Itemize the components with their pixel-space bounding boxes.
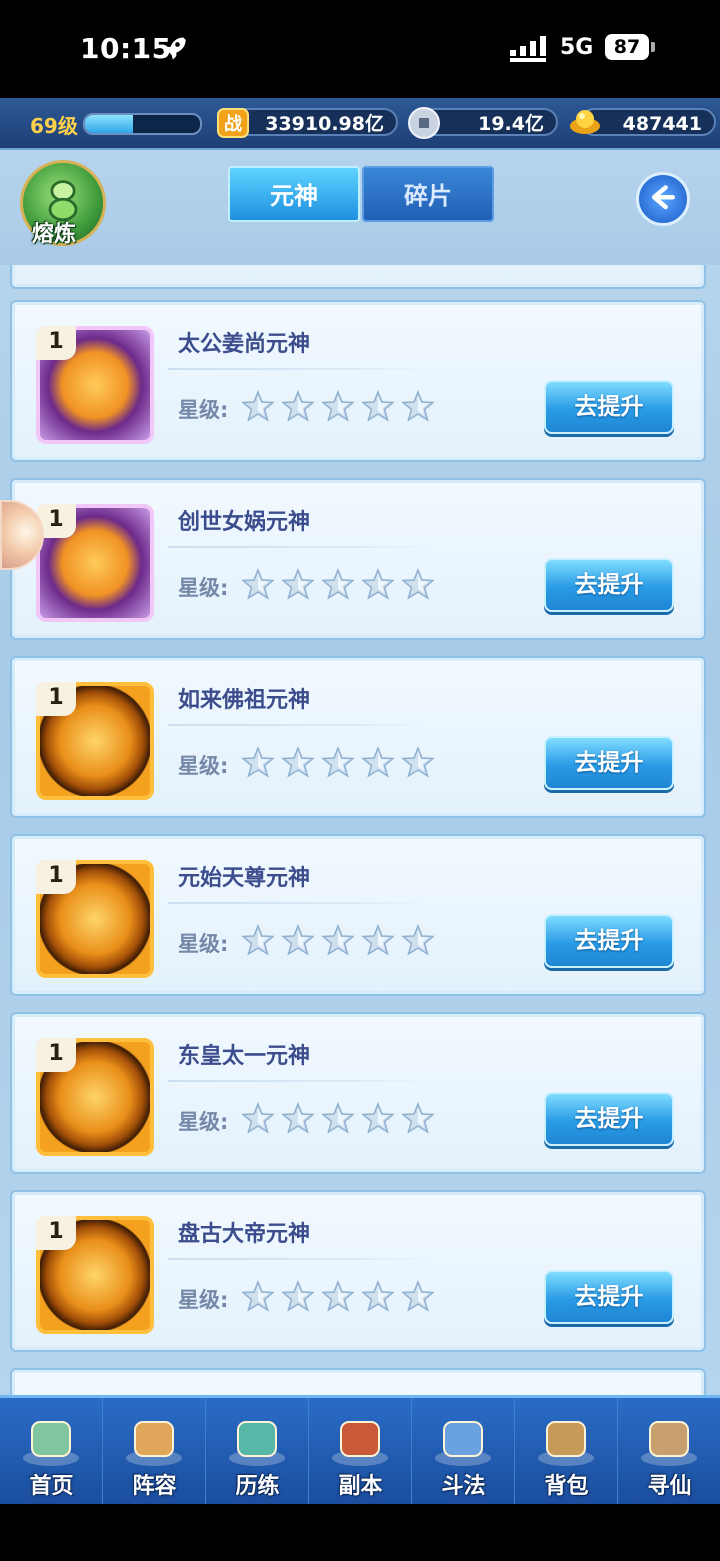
star-rating-label: 星级: bbox=[178, 576, 229, 600]
signal-icon bbox=[510, 36, 546, 62]
status-time: 10:15 bbox=[80, 32, 172, 65]
nav-label: 首页 bbox=[29, 1474, 74, 1499]
nav-item-0[interactable]: 首页 bbox=[0, 1398, 103, 1504]
system-nav-area bbox=[0, 1504, 720, 1561]
melt-label: 熔炼 bbox=[32, 222, 77, 247]
nav-label: 背包 bbox=[544, 1474, 589, 1499]
nav-item-4[interactable]: 斗法 bbox=[412, 1398, 515, 1504]
level-badge: 1 bbox=[36, 326, 76, 360]
list-item: 1 如来佛祖元神 星级: 去提升 bbox=[10, 656, 706, 818]
divider bbox=[168, 724, 430, 726]
combat-power: 33910.98亿 bbox=[230, 108, 398, 136]
star-rating bbox=[242, 390, 442, 422]
yuanshen-name: 东皇太一元神 bbox=[178, 1044, 311, 1069]
list-item-partial-top bbox=[10, 265, 706, 289]
top-nav bbox=[0, 150, 720, 265]
upgrade-button[interactable]: 去提升 bbox=[544, 1092, 674, 1146]
home-icon bbox=[23, 1421, 79, 1466]
nav-item-5[interactable]: 背包 bbox=[515, 1398, 618, 1504]
divider bbox=[168, 368, 430, 370]
star-rating bbox=[242, 746, 442, 778]
yuanshen-name: 创世女娲元神 bbox=[178, 510, 311, 535]
nav-label: 历练 bbox=[235, 1474, 280, 1499]
network-type: 5G bbox=[560, 35, 594, 60]
yuanshen-name: 盘古大帝元神 bbox=[178, 1222, 311, 1247]
resource-bar: 69级 33910.98亿 战 19.4亿 487441 bbox=[0, 98, 720, 150]
seek-immortal-icon bbox=[641, 1421, 697, 1466]
nav-item-6[interactable]: 寻仙 bbox=[618, 1398, 720, 1504]
list-item: 1 太公姜尚元神 星级: 去提升 bbox=[10, 300, 706, 462]
level-badge: 1 bbox=[36, 1216, 76, 1250]
divider bbox=[168, 1258, 430, 1260]
divider bbox=[168, 1080, 430, 1082]
upgrade-button[interactable]: 去提升 bbox=[544, 558, 674, 612]
nav-label: 副本 bbox=[338, 1474, 383, 1499]
bottom-nav: 首页 阵容 历练 副本 斗法 背包 寻仙 bbox=[0, 1395, 720, 1504]
star-rating-label: 星级: bbox=[178, 754, 229, 778]
bag-icon bbox=[538, 1421, 594, 1466]
gold-ingot-icon bbox=[570, 110, 600, 134]
nav-label: 斗法 bbox=[441, 1474, 486, 1499]
star-rating-label: 星级: bbox=[178, 1110, 229, 1134]
nav-label: 寻仙 bbox=[647, 1474, 692, 1499]
combat-power-icon: 战 bbox=[217, 108, 249, 138]
level-badge: 1 bbox=[36, 860, 76, 894]
yuanshen-name: 太公姜尚元神 bbox=[178, 332, 311, 357]
level-badge: 1 bbox=[36, 1038, 76, 1072]
level-progress-fill bbox=[85, 115, 134, 133]
star-rating bbox=[242, 1102, 442, 1134]
tab-fragments[interactable]: 碎片 bbox=[362, 166, 494, 222]
divider bbox=[168, 546, 430, 548]
nav-item-3[interactable]: 副本 bbox=[309, 1398, 412, 1504]
nav-item-2[interactable]: 历练 bbox=[206, 1398, 309, 1504]
battery-icon: 87 bbox=[605, 34, 649, 60]
battle-icon bbox=[435, 1421, 491, 1466]
tab-yuanshen[interactable]: 元神 bbox=[228, 166, 360, 222]
star-rating-label: 星级: bbox=[178, 932, 229, 956]
nav-item-1[interactable]: 阵容 bbox=[103, 1398, 206, 1504]
list-item: 1 盘古大帝元神 星级: 去提升 bbox=[10, 1190, 706, 1352]
upgrade-button[interactable]: 去提升 bbox=[544, 914, 674, 968]
list-item-partial-bottom bbox=[10, 1368, 706, 1395]
battery-tip bbox=[651, 42, 655, 52]
list-item: 1 创世女娲元神 星级: 去提升 bbox=[10, 478, 706, 640]
star-rating-label: 星级: bbox=[178, 1288, 229, 1312]
list-item: 1 元始天尊元神 星级: 去提升 bbox=[10, 834, 706, 996]
star-rating-label: 星级: bbox=[178, 398, 229, 422]
star-rating bbox=[242, 1280, 442, 1312]
level-badge: 1 bbox=[36, 682, 76, 716]
power-icon-char: 战 bbox=[224, 114, 242, 135]
status-bar: 10:15 5G 87 bbox=[0, 0, 720, 98]
player-level: 69级 bbox=[30, 114, 78, 138]
level-progress-bar bbox=[83, 113, 202, 135]
divider bbox=[168, 902, 430, 904]
yuanshen-name: 如来佛祖元神 bbox=[178, 688, 311, 713]
yuanshen-name: 元始天尊元神 bbox=[178, 866, 311, 891]
back-arrow-icon bbox=[651, 185, 675, 210]
upgrade-button[interactable]: 去提升 bbox=[544, 1270, 674, 1324]
dungeon-icon bbox=[332, 1421, 388, 1466]
game-screen: 69级 33910.98亿 战 19.4亿 487441 熔炼 元神 碎片 1 … bbox=[0, 98, 720, 1504]
back-button[interactable] bbox=[636, 172, 690, 226]
upgrade-button[interactable]: 去提升 bbox=[544, 380, 674, 434]
upgrade-button[interactable]: 去提升 bbox=[544, 736, 674, 790]
nav-label: 阵容 bbox=[132, 1474, 177, 1499]
silver-coin-icon bbox=[408, 107, 440, 139]
star-rating bbox=[242, 568, 442, 600]
list-item: 1 东皇太一元神 星级: 去提升 bbox=[10, 1012, 706, 1174]
star-rating bbox=[242, 924, 442, 956]
yuanshen-list: 1 太公姜尚元神 星级: 去提升 1 创世女娲元神 星级: 去提升 1 如来佛祖元神 星级: 去提升 1… bbox=[0, 265, 720, 1395]
training-icon bbox=[229, 1421, 285, 1466]
lineup-icon bbox=[126, 1421, 182, 1466]
rocket-icon bbox=[163, 37, 186, 60]
